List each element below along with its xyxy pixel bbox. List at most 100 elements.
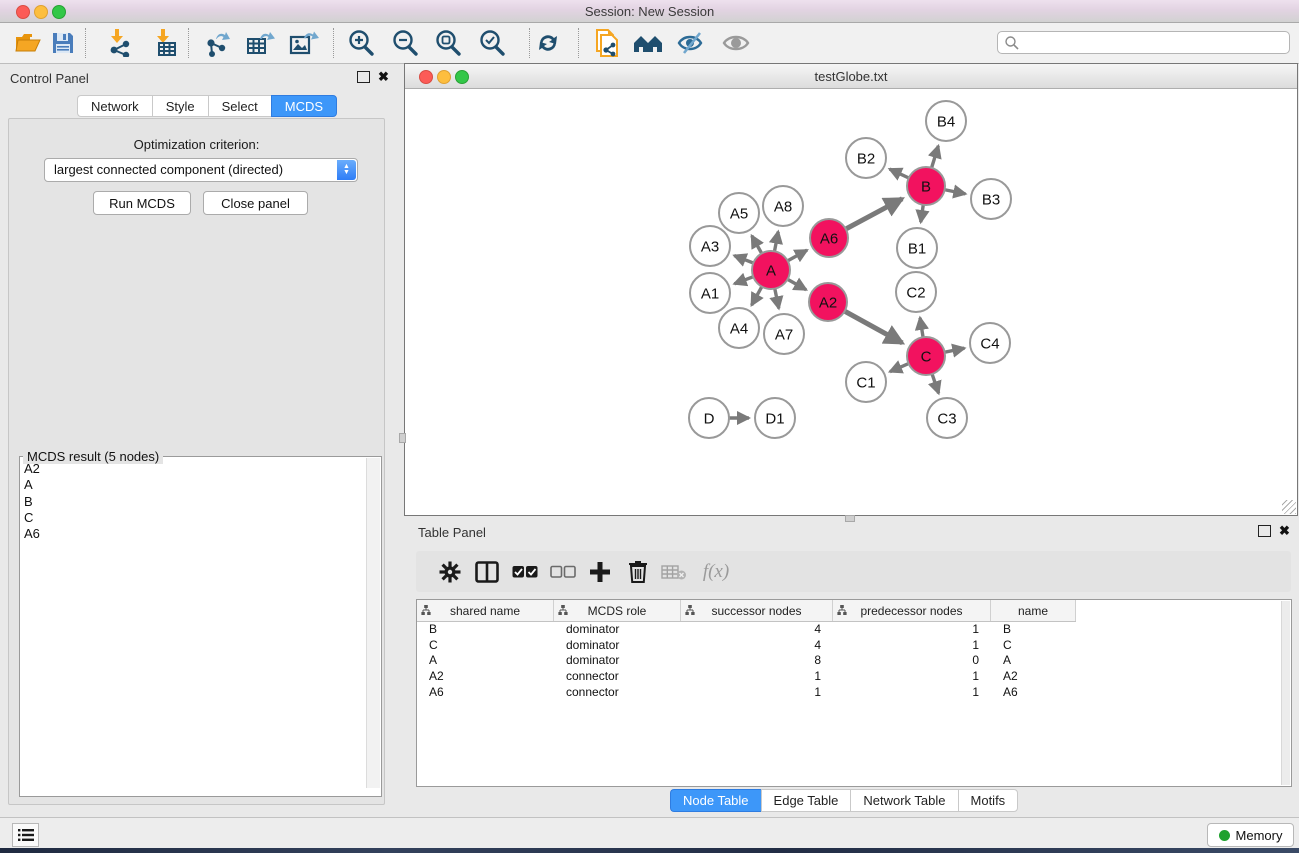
table-cell[interactable]: A2	[991, 669, 1076, 683]
mcds-result-item[interactable]: A6	[21, 526, 365, 542]
mcds-result-item[interactable]: B	[21, 494, 365, 510]
save-session-icon[interactable]	[46, 27, 80, 59]
import-table-icon[interactable]	[149, 27, 183, 59]
tab-mcds[interactable]: MCDS	[271, 95, 337, 117]
result-scrollbar[interactable]	[366, 458, 380, 788]
zoom-selected-icon[interactable]	[475, 27, 509, 59]
table-row[interactable]: Adominator80A	[417, 653, 1291, 669]
table-cell[interactable]: B	[991, 622, 1076, 636]
graph-node-A7[interactable]: A7	[764, 314, 804, 354]
select-all-columns-icon[interactable]	[509, 556, 541, 587]
table-row[interactable]: A2connector11A2	[417, 668, 1291, 684]
splitter-handle[interactable]	[399, 433, 406, 443]
mcds-result-item[interactable]: A2	[21, 461, 365, 477]
delete-table-icon[interactable]	[658, 556, 690, 587]
zoom-fit-icon[interactable]	[431, 27, 465, 59]
table-cell[interactable]: A	[991, 653, 1076, 667]
tab-edge-table[interactable]: Edge Table	[761, 789, 851, 812]
column-header-successor-nodes[interactable]: successor nodes	[681, 600, 833, 621]
open-session-icon[interactable]	[11, 27, 45, 59]
window-resize-grip[interactable]	[1282, 500, 1296, 514]
table-scrollbar[interactable]	[1281, 601, 1290, 785]
table-cell[interactable]: 1	[833, 622, 991, 636]
mcds-result-list[interactable]: A2ABCA6	[21, 461, 365, 542]
graph-node-B2[interactable]: B2	[846, 138, 886, 178]
show-all-icon[interactable]	[719, 27, 753, 59]
graph-node-C4[interactable]: C4	[970, 323, 1010, 363]
graph-node-A3[interactable]: A3	[690, 226, 730, 266]
table-cell[interactable]: 0	[833, 653, 991, 667]
table-cell[interactable]: C	[417, 638, 554, 652]
zoom-in-icon[interactable]	[344, 27, 378, 59]
refresh-layout-icon[interactable]	[531, 27, 565, 59]
table-cell[interactable]: 1	[833, 685, 991, 699]
tab-network[interactable]: Network	[77, 95, 152, 117]
table-cell[interactable]: dominator	[554, 622, 681, 636]
splitter-handle[interactable]	[845, 515, 855, 522]
table-row[interactable]: Cdominator41C	[417, 637, 1291, 653]
hide-selected-icon[interactable]	[674, 27, 708, 59]
graph-node-C3[interactable]: C3	[927, 398, 967, 438]
column-header-MCDS-role[interactable]: MCDS role	[554, 600, 681, 621]
table-cell[interactable]: 1	[833, 638, 991, 652]
table-cell[interactable]: 4	[681, 622, 833, 636]
network-window-titlebar[interactable]: testGlobe.txt	[405, 64, 1297, 89]
search-input[interactable]	[1024, 33, 1283, 52]
graph-node-C1[interactable]: C1	[846, 362, 886, 402]
graph-node-A2[interactable]: A2	[809, 283, 847, 321]
graph-node-A4[interactable]: A4	[719, 308, 759, 348]
table-cell[interactable]: 4	[681, 638, 833, 652]
column-header-name[interactable]: name	[991, 600, 1076, 621]
graph-node-A5[interactable]: A5	[719, 193, 759, 233]
first-neighbors-icon[interactable]	[631, 27, 665, 59]
graph-node-A6[interactable]: A6	[810, 219, 848, 257]
graph-node-A8[interactable]: A8	[763, 186, 803, 226]
table-cell[interactable]: dominator	[554, 653, 681, 667]
table-cell[interactable]: 1	[681, 669, 833, 683]
create-column-plus-icon[interactable]	[584, 556, 616, 587]
graph-node-D1[interactable]: D1	[755, 398, 795, 438]
table-row[interactable]: A6connector11A6	[417, 684, 1291, 700]
graph-node-B3[interactable]: B3	[971, 179, 1011, 219]
export-image-icon[interactable]	[287, 27, 321, 59]
table-cell[interactable]: 1	[833, 669, 991, 683]
table-cell[interactable]: A6	[991, 685, 1076, 699]
graph-node-A[interactable]: A	[752, 251, 790, 289]
export-table-icon[interactable]	[244, 27, 278, 59]
table-cell[interactable]: connector	[554, 685, 681, 699]
network-graph-canvas[interactable]: B4B2BB3A8A5A6A3B1AA1C2A2A4A7C4CC1DD1C3	[405, 89, 1297, 516]
memory-button[interactable]: Memory	[1207, 823, 1294, 847]
table-settings-gear-icon[interactable]	[434, 556, 466, 587]
graph-node-A1[interactable]: A1	[690, 273, 730, 313]
deselect-all-columns-icon[interactable]	[547, 556, 579, 587]
tab-motifs[interactable]: Motifs	[958, 789, 1019, 812]
zoom-out-icon[interactable]	[388, 27, 422, 59]
float-panel-icon[interactable]	[357, 71, 370, 83]
graph-node-B4[interactable]: B4	[926, 101, 966, 141]
table-cell[interactable]: 1	[681, 685, 833, 699]
close-panel-icon[interactable]: ✖	[1279, 525, 1290, 537]
table-cell[interactable]: B	[417, 622, 554, 636]
table-cell[interactable]: 8	[681, 653, 833, 667]
tab-node-table[interactable]: Node Table	[670, 789, 761, 812]
graph-node-D[interactable]: D	[689, 398, 729, 438]
graph-node-C2[interactable]: C2	[896, 272, 936, 312]
close-panel-button[interactable]: Close panel	[203, 191, 308, 215]
tab-style[interactable]: Style	[152, 95, 208, 117]
close-panel-icon[interactable]: ✖	[378, 71, 389, 83]
graph-node-B[interactable]: B	[907, 167, 945, 205]
run-mcds-button[interactable]: Run MCDS	[93, 191, 191, 215]
graph-node-C[interactable]: C	[907, 337, 945, 375]
mcds-result-item[interactable]: C	[21, 510, 365, 526]
task-history-button[interactable]	[12, 823, 39, 847]
new-network-from-file-icon[interactable]	[590, 27, 624, 59]
table-cell[interactable]: dominator	[554, 638, 681, 652]
float-panel-icon[interactable]	[1258, 525, 1271, 537]
mcds-result-item[interactable]: A	[21, 477, 365, 493]
table-cell[interactable]: A2	[417, 669, 554, 683]
function-builder-icon[interactable]: f(x)	[694, 556, 738, 587]
table-cell[interactable]: A6	[417, 685, 554, 699]
table-cell[interactable]: C	[991, 638, 1076, 652]
export-network-icon[interactable]	[201, 27, 235, 59]
table-row[interactable]: Bdominator41B	[417, 621, 1291, 637]
